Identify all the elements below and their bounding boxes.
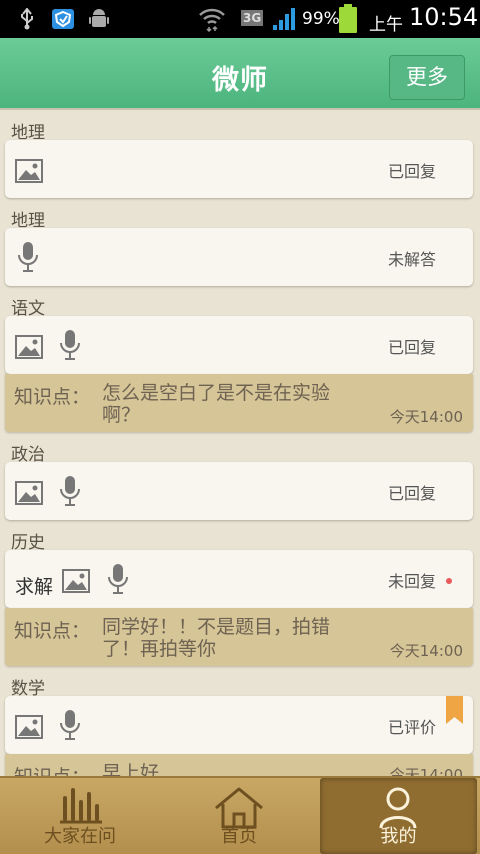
am-pm: 上午 <box>369 15 403 35</box>
battery-icon <box>339 4 357 33</box>
knowledge-label: 知识点： <box>14 620 91 642</box>
usb-icon <box>21 8 33 30</box>
answer-status: 已回复 <box>388 338 437 357</box>
question-card[interactable]: 已回复 <box>5 140 473 198</box>
nav-item-mine[interactable]: 我的 <box>320 778 477 854</box>
nav-label: 大家在问 <box>44 826 116 847</box>
nav-item-home[interactable]: 首页 <box>161 778 317 854</box>
question-card[interactable]: 已回复 <box>5 316 473 374</box>
microphone-icon <box>18 242 38 272</box>
timestamp: 今天14:00 <box>389 408 463 426</box>
unread-dot <box>446 578 452 584</box>
wifi-icon <box>199 8 225 32</box>
battery-percent: 99% <box>302 9 340 29</box>
bottom-nav: 大家在问 首页 我的 <box>0 776 480 854</box>
knowledge-point[interactable]: 知识点： 早上好 今天14:00 <box>5 754 473 776</box>
answer-status: 未回复 <box>388 572 437 591</box>
question-card[interactable]: 未解答 <box>5 228 473 286</box>
signal-icon <box>273 8 295 30</box>
shield-icon <box>52 9 74 29</box>
nav-label: 我的 <box>380 826 417 847</box>
header: 微师 更多 <box>0 38 480 110</box>
question-card[interactable]: 已回复 <box>5 462 473 520</box>
chart-icon <box>60 788 102 824</box>
more-button[interactable]: 更多 <box>389 55 465 100</box>
answer-status: 已评价 <box>388 718 437 737</box>
knowledge-point[interactable]: 知识点： 同学好！！不是题目，拍错了！再拍等你 今天14:00 <box>5 608 473 666</box>
microphone-icon <box>60 710 80 740</box>
image-icon <box>15 159 43 183</box>
answer-status: 已回复 <box>388 484 437 503</box>
image-icon <box>15 335 43 359</box>
question-list[interactable]: 地理 已回复 地理 未解答 语文 已回复 知识点： 怎么是空白了是不是在实验啊？… <box>0 110 480 776</box>
bookmark-icon <box>446 696 463 724</box>
question-card[interactable]: 求解 未回复 <box>5 550 473 608</box>
microphone-icon <box>60 330 80 360</box>
knowledge-text: 同学好！！不是题目，拍错了！再拍等你 <box>102 616 331 660</box>
nav-item-everyone-asks[interactable]: 大家在问 <box>2 778 158 854</box>
clock: 10:54 <box>409 3 479 31</box>
image-icon <box>15 715 43 739</box>
microphone-icon <box>60 476 80 506</box>
knowledge-label: 知识点： <box>14 386 91 408</box>
timestamp: 今天14:00 <box>389 766 463 776</box>
answer-status: 未解答 <box>388 250 437 269</box>
microphone-icon <box>108 564 128 594</box>
knowledge-point[interactable]: 知识点： 怎么是空白了是不是在实验啊？ 今天14:00 <box>5 374 473 432</box>
image-icon <box>62 569 90 593</box>
knowledge-text: 早上好 <box>102 762 160 776</box>
knowledge-text: 怎么是空白了是不是在实验啊？ <box>102 382 331 426</box>
android-debug-icon <box>89 9 109 27</box>
question-card[interactable]: 已评价 <box>5 696 473 754</box>
timestamp: 今天14:00 <box>389 642 463 660</box>
help-tag: 求解 <box>15 576 54 598</box>
network-type: 3G <box>241 10 264 26</box>
knowledge-label: 知识点： <box>14 762 90 776</box>
answer-status: 已回复 <box>388 162 437 181</box>
image-icon <box>15 481 43 505</box>
nav-label: 首页 <box>221 826 257 847</box>
status-bar: 3G 99% 上午 10:54 <box>0 0 480 38</box>
